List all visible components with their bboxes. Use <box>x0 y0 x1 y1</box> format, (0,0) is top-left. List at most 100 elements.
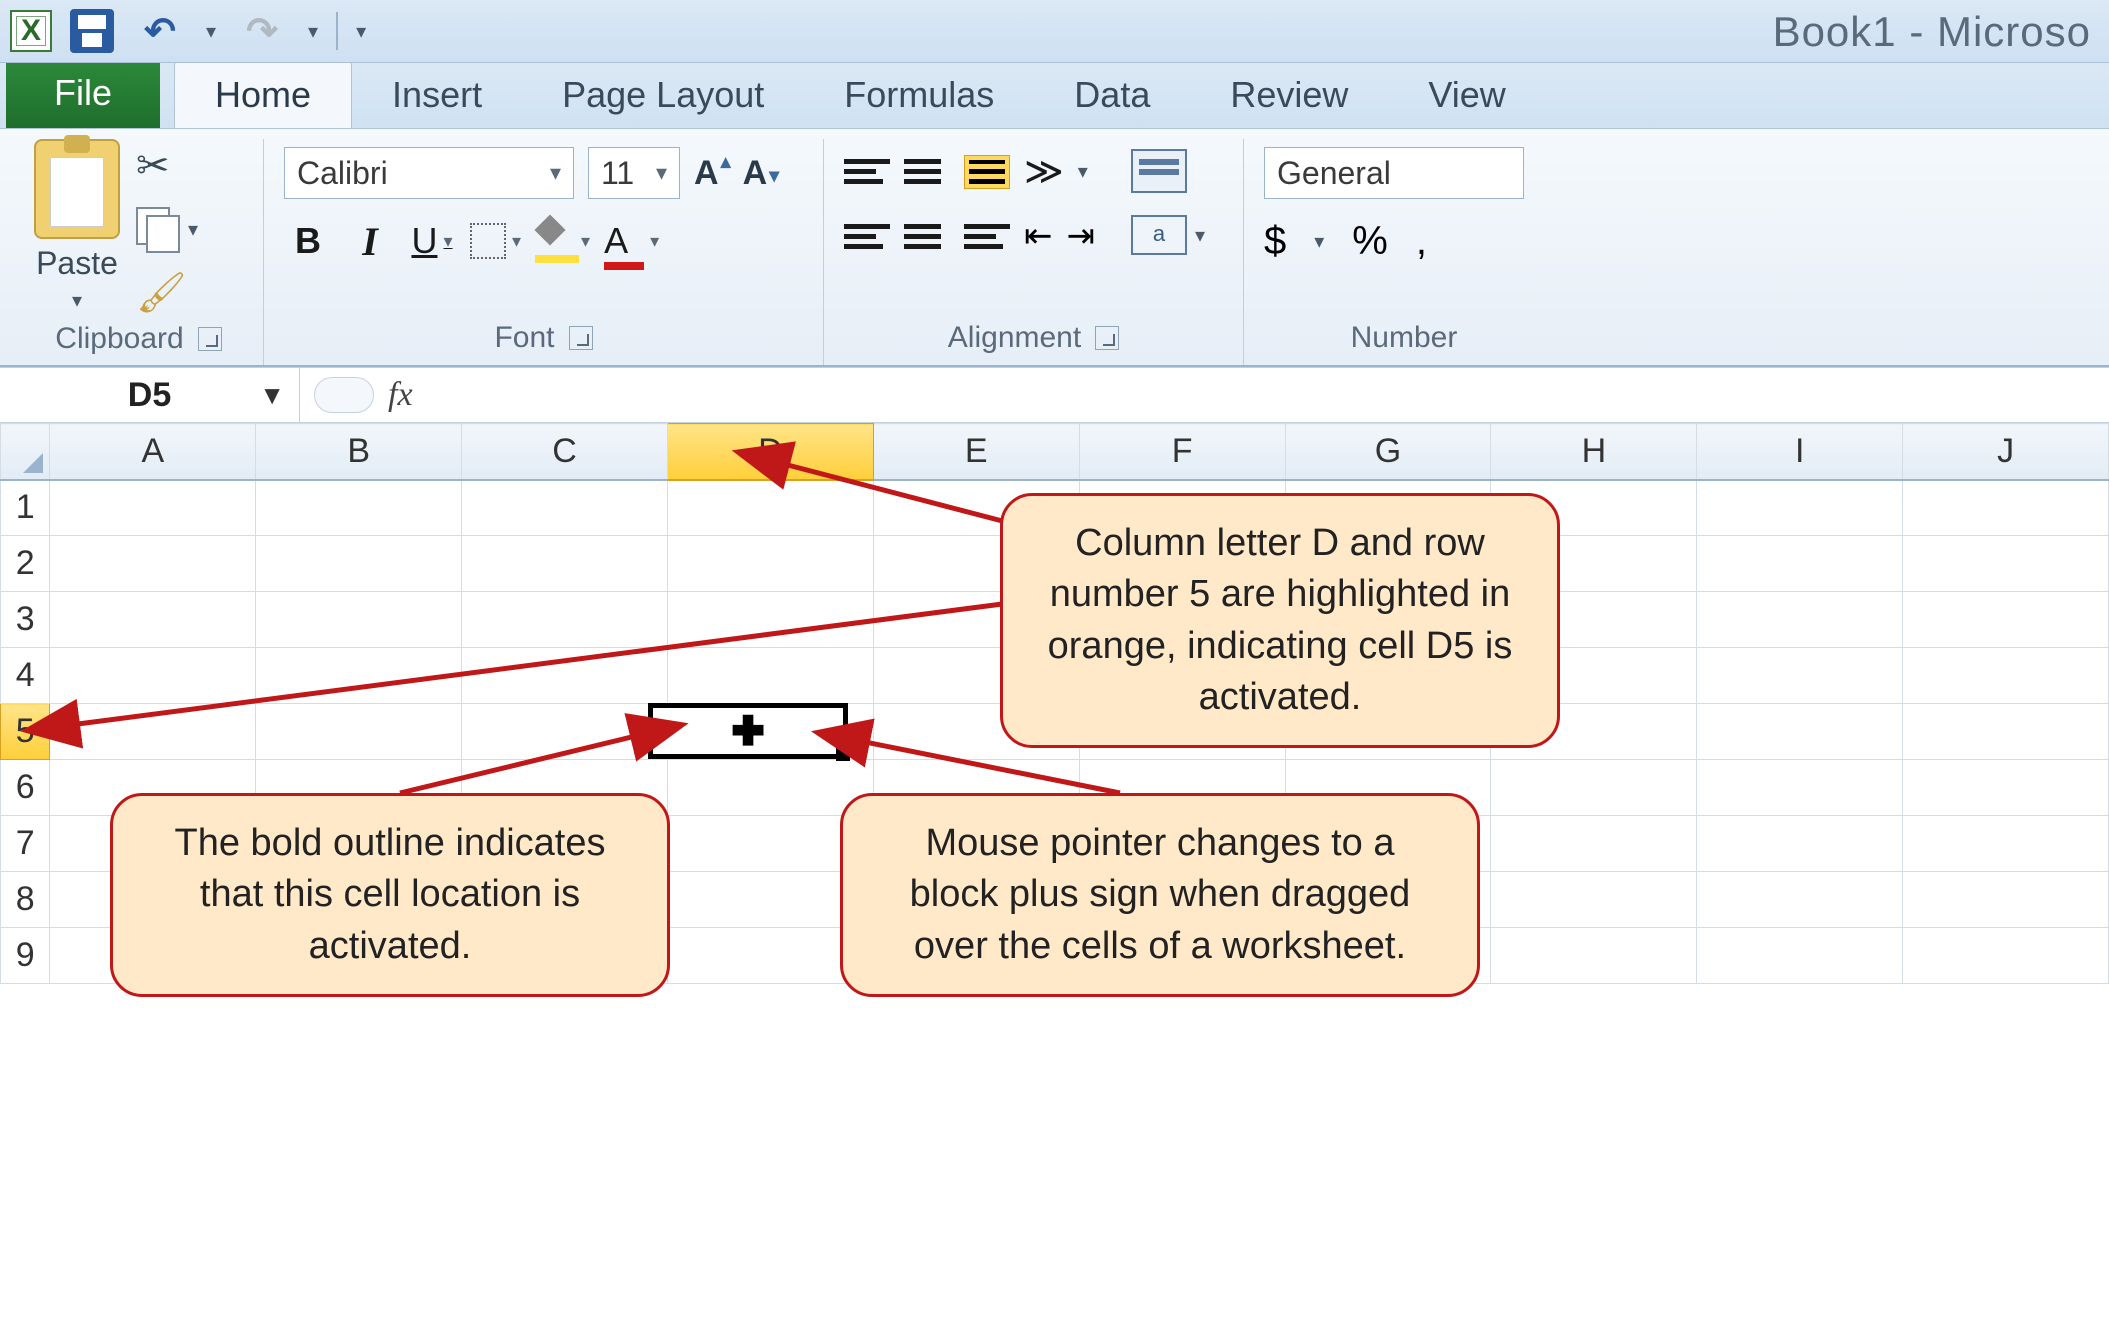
block-plus-cursor-icon: ✚ <box>732 709 764 754</box>
save-icon[interactable] <box>70 9 114 53</box>
paste-icon[interactable] <box>34 139 120 239</box>
align-right-icon[interactable] <box>964 219 1010 253</box>
number-format-combo[interactable]: General <box>1264 147 1524 199</box>
align-center-icon[interactable] <box>904 219 950 253</box>
alignment-dialog-launcher-icon[interactable] <box>1095 326 1119 350</box>
cut-icon[interactable]: ✂ <box>136 143 198 189</box>
orientation-icon[interactable]: ≫ <box>1024 149 1064 194</box>
tab-view[interactable]: View <box>1388 60 1545 128</box>
wrap-text-icon[interactable] <box>1131 149 1187 193</box>
copy-dropdown-icon[interactable]: ▾ <box>188 217 198 242</box>
bold-button[interactable]: B <box>284 217 332 265</box>
row-header-1[interactable]: 1 <box>1 480 50 536</box>
name-box[interactable]: D5 ▼ <box>0 368 300 422</box>
chevron-down-icon[interactable]: ▾ <box>581 231 590 252</box>
col-header-a[interactable]: A <box>50 424 256 480</box>
font-name-combo[interactable]: Calibri ▾ <box>284 147 574 199</box>
row-header-5[interactable]: 5 <box>1 704 50 760</box>
tab-file[interactable]: File <box>6 58 160 128</box>
italic-button[interactable]: I <box>346 217 394 265</box>
chevron-down-icon[interactable]: ▾ <box>1314 229 1324 254</box>
group-clipboard: Paste ▾ ✂ ▾ 🖌 Clipboard <box>14 139 264 365</box>
worksheet-grid[interactable]: A B C D E F G H I J 1 2 3 4 5 6 7 8 9 ✚ <box>0 423 2109 984</box>
number-format-value: General <box>1277 155 1391 192</box>
chevron-down-icon[interactable]: ▾ <box>512 231 521 252</box>
align-bottom-icon[interactable] <box>964 155 1010 189</box>
col-header-e[interactable]: E <box>873 424 1079 480</box>
insert-function-button[interactable] <box>314 377 374 413</box>
row-header-3[interactable]: 3 <box>1 592 50 648</box>
copy-icon[interactable] <box>136 207 180 251</box>
col-header-f[interactable]: F <box>1079 424 1285 480</box>
percent-button[interactable]: % <box>1352 219 1388 264</box>
undo-dropdown-icon[interactable]: ▾ <box>206 19 216 44</box>
tab-data[interactable]: Data <box>1034 60 1190 128</box>
qat-separator <box>336 12 338 50</box>
align-left-icon[interactable] <box>844 219 890 253</box>
chevron-down-icon[interactable]: ▾ <box>650 231 659 252</box>
group-number: General $ ▾ % , Number <box>1244 139 1564 365</box>
qat-customize-icon[interactable]: ▾ <box>356 19 366 44</box>
underline-button[interactable]: U▾ <box>408 217 456 265</box>
name-box-value: D5 <box>128 376 171 415</box>
callout-headers-highlighted: Column letter D and row number 5 are hig… <box>1000 493 1560 748</box>
row-header-6[interactable]: 6 <box>1 760 50 816</box>
tab-insert[interactable]: Insert <box>352 60 522 128</box>
font-color-button[interactable]: A▾ <box>604 217 659 265</box>
row-header-4[interactable]: 4 <box>1 648 50 704</box>
redo-dropdown-icon[interactable]: ▾ <box>308 19 318 44</box>
excel-app-icon[interactable]: X <box>10 10 52 52</box>
chevron-down-icon[interactable]: ▾ <box>1195 223 1205 248</box>
tab-home[interactable]: Home <box>174 59 352 128</box>
currency-button[interactable]: $ <box>1264 219 1286 264</box>
font-color-icon: A <box>604 220 644 262</box>
select-all-corner[interactable] <box>1 424 50 480</box>
row-header-7[interactable]: 7 <box>1 816 50 872</box>
fill-color-button[interactable]: ▾ <box>535 217 590 265</box>
undo-icon[interactable]: ↶ <box>132 11 188 51</box>
font-size-combo[interactable]: 11 ▾ <box>588 147 680 199</box>
underline-label: U <box>411 220 437 262</box>
col-header-d[interactable]: D <box>667 424 873 480</box>
decrease-indent-icon[interactable]: ⇤ <box>1024 216 1053 256</box>
chevron-down-icon[interactable]: ▼ <box>259 380 285 411</box>
redo-icon[interactable]: ↷ <box>234 11 290 51</box>
comma-style-button[interactable]: , <box>1416 219 1427 264</box>
fill-color-icon <box>535 227 575 255</box>
borders-button[interactable]: ▾ <box>470 217 521 265</box>
paste-button[interactable]: Paste <box>36 245 118 282</box>
paste-dropdown-icon[interactable]: ▾ <box>72 288 82 313</box>
col-header-i[interactable]: I <box>1697 424 1903 480</box>
callout-plus-cursor: Mouse pointer changes to a block plus si… <box>840 793 1480 997</box>
tab-page-layout[interactable]: Page Layout <box>522 60 804 128</box>
col-header-h[interactable]: H <box>1491 424 1697 480</box>
group-font: Calibri ▾ 11 ▾ A A B I U▾ <box>264 139 824 365</box>
merge-center-icon[interactable] <box>1131 215 1187 255</box>
grow-font-icon[interactable]: A <box>694 154 729 193</box>
increase-indent-icon[interactable]: ⇥ <box>1067 216 1096 256</box>
col-header-g[interactable]: G <box>1285 424 1491 480</box>
align-middle-icon[interactable] <box>904 155 950 189</box>
formula-input[interactable] <box>427 368 2109 422</box>
active-cell[interactable]: ✚ <box>648 703 848 759</box>
font-dialog-launcher-icon[interactable] <box>569 326 593 350</box>
group-label-clipboard: Clipboard <box>55 322 183 356</box>
group-label-alignment: Alignment <box>948 321 1081 355</box>
tab-formulas[interactable]: Formulas <box>804 60 1034 128</box>
row-header-2[interactable]: 2 <box>1 536 50 592</box>
chevron-down-icon[interactable]: ▾ <box>656 160 667 186</box>
align-top-icon[interactable] <box>844 155 890 189</box>
col-header-c[interactable]: C <box>462 424 668 480</box>
row-header-9[interactable]: 9 <box>1 928 50 984</box>
col-header-b[interactable]: B <box>256 424 462 480</box>
row-header-8[interactable]: 8 <box>1 872 50 928</box>
group-label-font: Font <box>494 321 554 355</box>
clipboard-dialog-launcher-icon[interactable] <box>198 327 222 351</box>
chevron-down-icon[interactable]: ▾ <box>550 160 561 186</box>
chevron-down-icon[interactable]: ▾ <box>1078 159 1088 184</box>
tab-review[interactable]: Review <box>1190 60 1388 128</box>
format-painter-icon[interactable]: 🖌 <box>136 269 198 316</box>
col-header-j[interactable]: J <box>1903 424 2109 480</box>
chevron-down-icon[interactable]: ▾ <box>443 231 452 252</box>
shrink-font-icon[interactable]: A <box>743 154 778 193</box>
